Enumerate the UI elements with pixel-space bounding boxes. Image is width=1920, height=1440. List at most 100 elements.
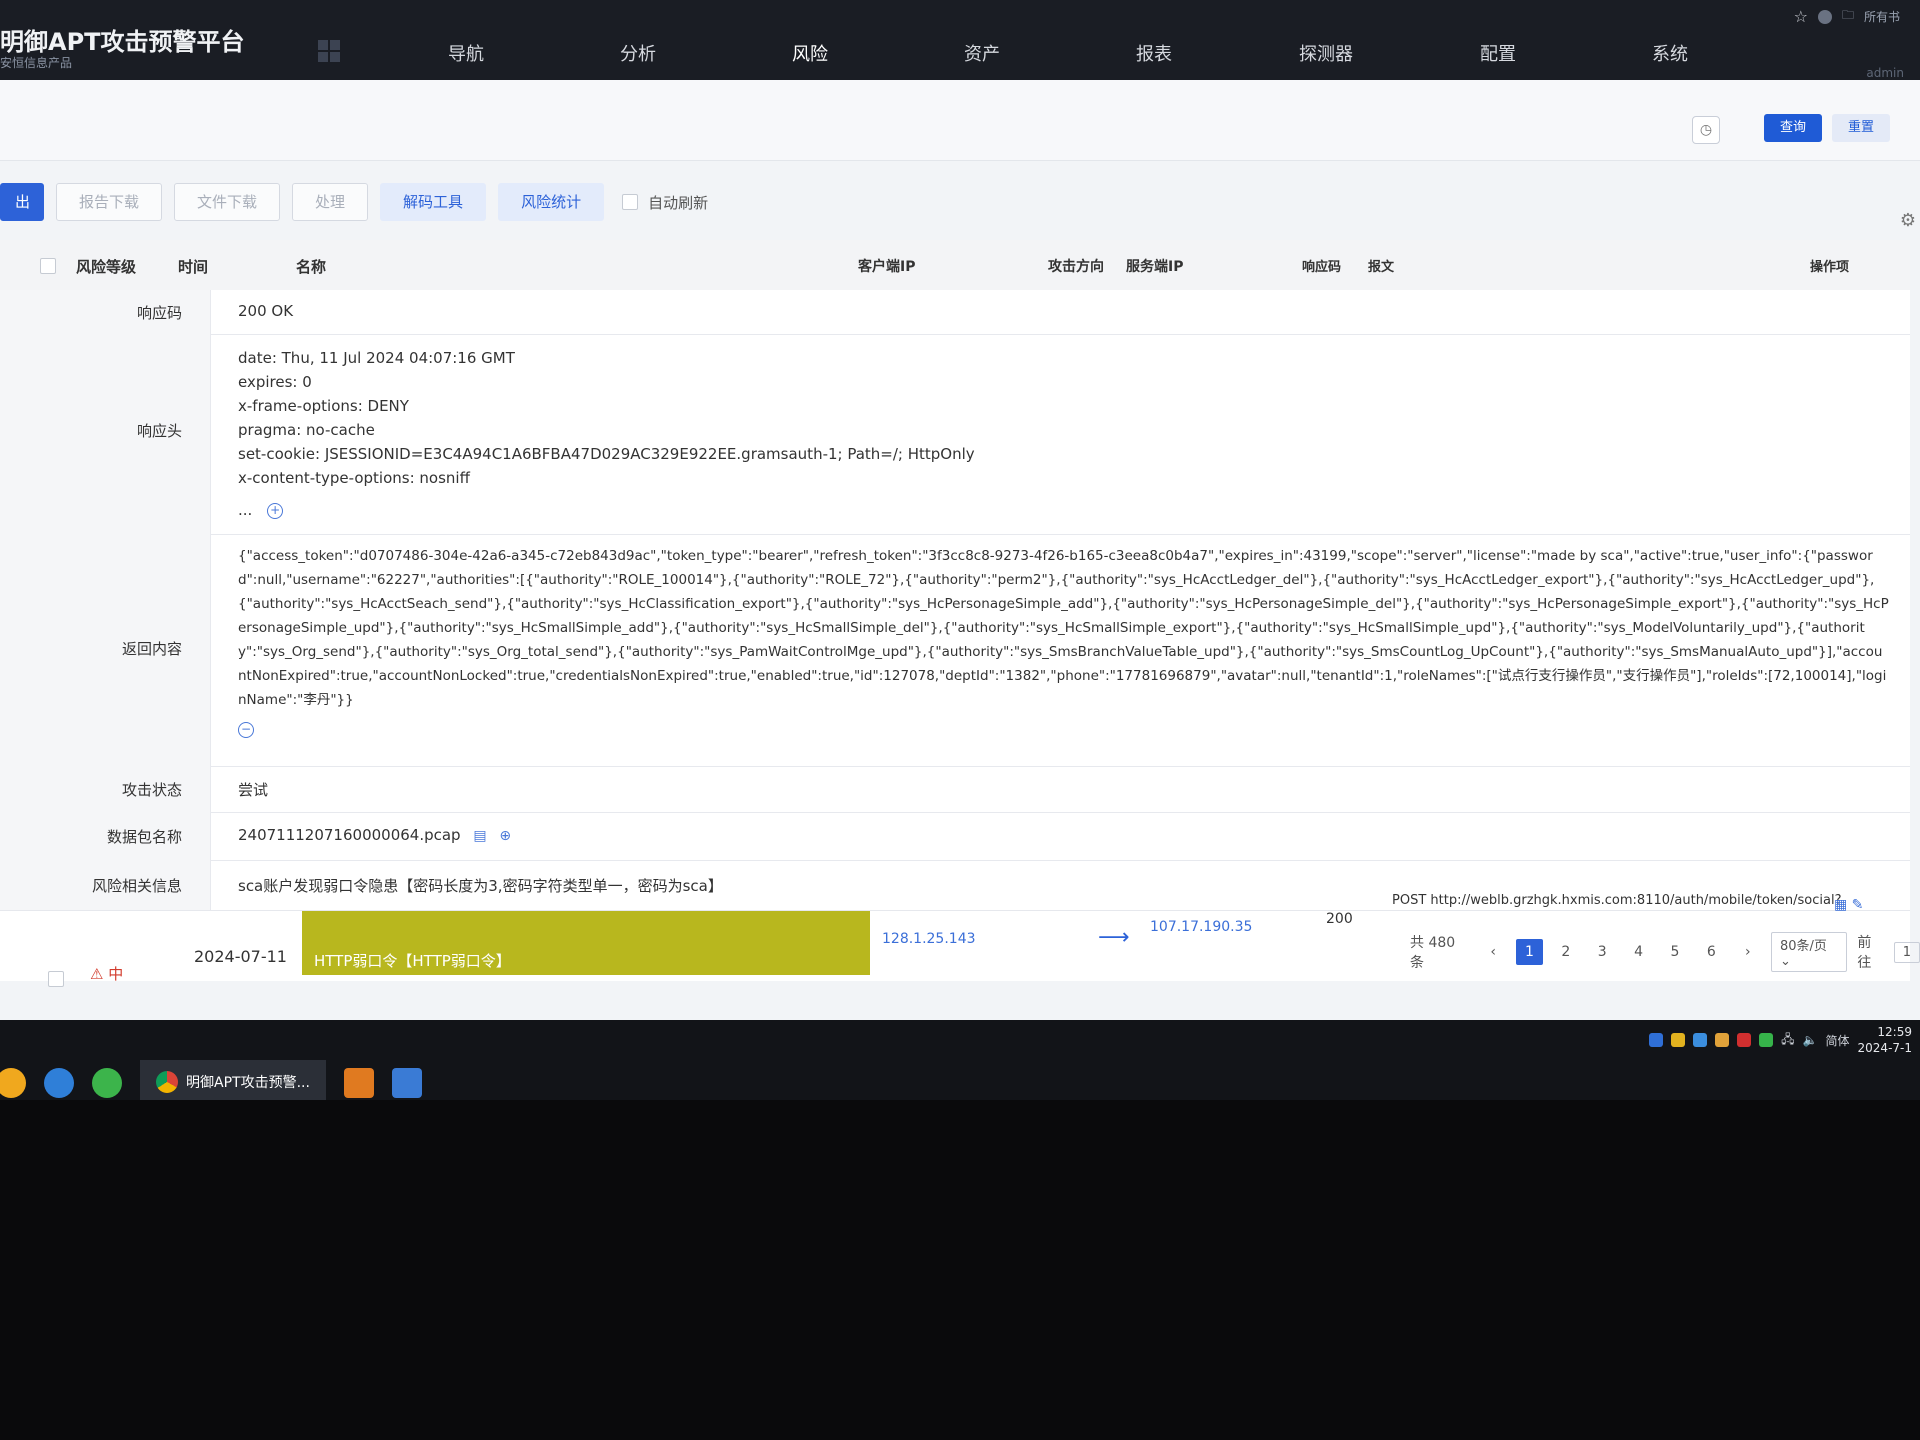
direction-arrow-icon: ⟶ [1098,925,1130,950]
detail-row-return-content: 返回内容 {"access_token":"d0707486-304e-42a6… [0,534,1910,767]
page-size-select[interactable]: 80条/页 ⌄ [1770,932,1848,972]
tray-app-icon[interactable] [1693,1033,1708,1047]
attack-state-value: 尝试 [238,781,269,799]
nav-item-config[interactable]: 配置 [1412,40,1584,83]
app-subtitle: 安恒信息产品 [0,56,73,70]
apps-grid-icon[interactable] [318,40,340,62]
sogou-ime-icon[interactable] [1737,1033,1752,1047]
decode-tool-button[interactable]: 解码工具 [380,183,487,221]
tray-app-icon[interactable] [1671,1033,1686,1047]
th-time[interactable]: 时间 [178,256,208,277]
th-name[interactable]: 名称 [296,256,326,277]
nav-item-probes[interactable]: 探测器 [1240,40,1412,83]
resp-header-list: date: Thu, 11 Jul 2024 04:07:16 GMT expi… [238,346,1890,522]
bookmark-star-icon[interactable]: ☆ [1794,7,1808,26]
nav-item-guide[interactable]: 导航 [380,40,552,83]
row-checkbox[interactable] [48,971,64,987]
detail-row-resp-code: 响应码 200 OK [0,290,1910,335]
shield-icon[interactable] [1649,1033,1664,1047]
pcap-filename[interactable]: 2407111207160000064.pcap [238,826,461,844]
clock-icon[interactable]: ◷ [1692,116,1720,144]
ie-browser-icon[interactable] [44,1068,74,1098]
start-orb-icon[interactable] [0,1068,26,1098]
file-icon[interactable]: ▤ [473,828,486,844]
tray-app-icon[interactable] [1759,1033,1774,1047]
th-client-ip[interactable]: 客户端IP [858,256,915,276]
page-button[interactable]: 3 [1589,939,1615,965]
bookmarks-label[interactable]: 所有书 [1864,8,1900,25]
taskbar-clock[interactable]: 12:59 2024-7-1 [1858,1024,1912,1056]
desk-keyboard-area [0,1100,1920,1440]
page-button[interactable]: 2 [1553,939,1579,965]
export-button[interactable]: 出 [0,183,44,221]
nav-item-system[interactable]: 系统 [1584,40,1756,83]
360-browser-icon[interactable] [92,1068,122,1098]
taskbar-apps: 明御APT攻击预警... [0,1059,422,1100]
th-direction[interactable]: 攻击方向 [1048,256,1104,276]
th-resp-code[interactable]: 响应码 [1302,256,1341,275]
collapse-minus-icon[interactable]: − [238,721,254,738]
select-all-checkbox[interactable] [40,258,56,274]
risk-stats-button[interactable]: 风险统计 [498,183,605,221]
download-icon[interactable]: ⊕ [499,828,511,844]
ime-mode[interactable]: 简体 [1826,1032,1850,1049]
resp-header-line: date: Thu, 11 Jul 2024 04:07:16 GMT [238,349,515,367]
page-button[interactable]: 4 [1625,939,1651,965]
file-download-button[interactable]: 文件下载 [174,183,281,221]
system-tray: 🖧 🔈 简体 12:59 2024-7-1 [1649,1020,1920,1060]
remote-desktop-icon[interactable] [391,1068,422,1098]
resp-code-label: 响应码 [136,304,182,322]
th-server-ip[interactable]: 服务端IP [1126,256,1183,276]
resp-header-line: set-cookie: JSESSIONID=E3C4A94C1A6BFBA47… [238,445,975,463]
next-page-icon[interactable]: › [1735,939,1761,965]
th-risk-level[interactable]: 风险等级 [76,256,136,277]
page-button[interactable]: 6 [1698,939,1724,965]
action-toolbar: 出 报告下载 文件下载 处理 解码工具 风险统计 自动刷新 [0,180,1900,224]
monitor-screen: 明御APT攻击预警平台 安恒信息产品 导航 分析 风险 资产 报表 探测器 配置… [0,0,1920,1100]
browser-top-right: ☆ 🗀 所有书 [1794,6,1900,27]
query-button[interactable]: 查询 [1764,114,1822,142]
auto-refresh-toggle[interactable]: 自动刷新 [622,192,708,213]
page-button[interactable]: 1 [1516,939,1543,965]
resp-header-line: pragma: no-cache [238,421,375,439]
app-icon[interactable] [343,1068,374,1098]
volume-icon[interactable]: 🔈 [1803,1033,1818,1047]
user-avatar-icon[interactable] [1817,9,1832,24]
th-actions: 操作项 [1810,260,1850,275]
reset-button[interactable]: 重置 [1832,114,1890,142]
prev-page-icon[interactable]: ‹ [1480,939,1506,965]
nav-item-assets[interactable]: 资产 [896,40,1068,83]
top-nav-bar: 明御APT攻击预警平台 安恒信息产品 导航 分析 风险 资产 报表 探测器 配置… [0,0,1920,83]
handle-button[interactable]: 处理 [292,183,369,221]
goto-page-input[interactable]: 1 [1893,941,1920,963]
nav-item-risk[interactable]: 风险 [724,40,896,83]
resp-header-line: x-frame-options: DENY [238,397,409,415]
main-nav: 导航 分析 风险 资产 报表 探测器 配置 系统 [380,40,1756,83]
server-ip[interactable]: 107.17.190.35 [1150,919,1252,935]
report-download-button[interactable]: 报告下载 [56,183,163,221]
row-resp-code: 200 [1326,911,1353,927]
nav-item-analysis[interactable]: 分析 [552,40,724,83]
more-ellipsis: ... [238,501,253,519]
risk-name: HTTP弱口令【HTTP弱口令】 [314,952,511,970]
active-task-title: 明御APT攻击预警... [186,1074,310,1091]
chrome-task-button[interactable]: 明御APT攻击预警... [140,1059,326,1100]
settings-gear-icon[interactable]: ⚙ [1900,210,1916,231]
client-ip[interactable]: 128.1.25.143 [882,931,976,947]
tray-app-icon[interactable] [1715,1033,1730,1047]
th-message[interactable]: 报文 [1368,256,1394,275]
detail-row-attack-state: 攻击状态 尝试 [0,766,1910,813]
expand-plus-icon[interactable]: + [267,502,284,519]
clock-time: 12:59 [1877,1025,1912,1039]
resp-header-line: x-content-type-options: nosniff [238,469,470,487]
nav-item-reports[interactable]: 报表 [1068,40,1240,83]
row-action-icons[interactable]: ▦ ✎ [1834,897,1863,913]
resp-header-line: expires: 0 [238,373,312,391]
auto-refresh-checkbox[interactable] [622,194,639,210]
user-name[interactable]: admin [1866,66,1904,80]
row-message[interactable]: POST http://weblb.grzhgk.hxmis.com:8110/… [1392,893,1841,908]
risk-name-cell[interactable]: HTTP弱口令【HTTP弱口令】 [302,911,870,975]
page-button[interactable]: 5 [1662,939,1688,965]
network-icon[interactable]: 🖧 [1781,1030,1794,1051]
folder-icon: 🗀 [1841,8,1854,22]
